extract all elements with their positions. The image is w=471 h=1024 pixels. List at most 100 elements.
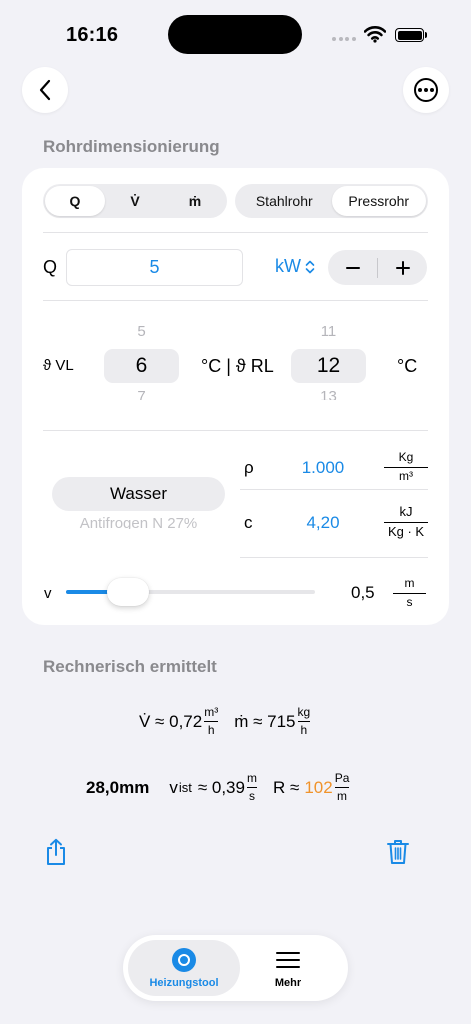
unit-picker[interactable]: kW xyxy=(275,256,315,277)
density-unit-den: m³ xyxy=(399,468,413,483)
minus-icon xyxy=(345,266,360,269)
decrement-button[interactable] xyxy=(328,250,377,285)
dynamic-island xyxy=(168,15,302,54)
velocity-unit-num: m xyxy=(404,576,415,590)
pressure-loss-unit-den: m xyxy=(337,789,348,804)
return-temp-prev-text: 11 xyxy=(320,326,337,338)
pressure-loss-unit-num: Pa xyxy=(334,771,350,785)
plus-icon xyxy=(395,260,410,275)
pressure-loss-label: R ≈ xyxy=(272,777,300,797)
more-options-button[interactable] xyxy=(403,67,449,113)
tab-mehr-label: Mehr xyxy=(274,977,302,989)
flow-type-option-vdot[interactable]: V̇ xyxy=(105,186,165,216)
flow-temp-label: ϑ VL xyxy=(43,357,74,374)
flow-temp-prev-text: 5 xyxy=(137,326,146,338)
back-button[interactable] xyxy=(22,67,68,113)
volume-flow-unit-den: h xyxy=(207,723,215,738)
density-label: ρ xyxy=(244,458,254,477)
actual-velocity-unit: m s xyxy=(246,771,257,804)
q-value-input[interactable]: 5 xyxy=(66,249,243,286)
mass-flow-unit: kg h xyxy=(297,705,311,738)
velocity-value: 0,5 xyxy=(351,583,375,602)
fluid-picker[interactable]: Wasser xyxy=(52,477,225,511)
share-icon xyxy=(47,838,65,865)
volume-flow-unit-num: m³ xyxy=(204,705,219,719)
heat-capacity-unit-num: kJ xyxy=(399,504,413,519)
actual-velocity-value: ≈ 0,39 xyxy=(197,777,245,797)
actual-velocity-subscript: ist xyxy=(178,780,192,796)
section-title-results: Rechnerisch ermittelt xyxy=(43,657,217,676)
delete-button[interactable] xyxy=(386,838,410,871)
pressure-loss-unit: Pa m xyxy=(334,771,350,804)
result-pipe: 28,0mm v ist ≈ 0,39 m s R ≈ 102 Pa m xyxy=(86,771,350,804)
result-flow-rates: V̇ ≈ 0,72 m³ h ṁ ≈ 715 kg h xyxy=(139,705,311,738)
circle-icon xyxy=(172,948,196,972)
battery-icon xyxy=(395,28,424,42)
density-unit-num: Kg xyxy=(398,450,414,464)
fluid-next-option-text: Antifrogen N 27% xyxy=(79,515,198,529)
flow-temp-next: 7 xyxy=(104,388,179,400)
mass-flow-unit-den: h xyxy=(300,723,308,738)
mass-flow-unit-num: kg xyxy=(297,705,311,719)
fluid-next-option: Antifrogen N 27% xyxy=(52,515,225,529)
q-stepper xyxy=(328,250,427,285)
chevron-up-down-icon xyxy=(305,260,315,273)
wifi-icon xyxy=(363,25,387,48)
fraction-bar xyxy=(384,521,428,523)
pipe-type-segmented-control: Stahlrohr Pressrohr xyxy=(235,184,428,218)
fraction-bar xyxy=(384,466,428,468)
divider xyxy=(43,232,428,233)
pipe-diameter-value: 28,0mm xyxy=(86,777,150,797)
return-temp-prev: 11 xyxy=(291,326,366,338)
share-button[interactable] xyxy=(44,838,68,871)
pipe-type-option-stahlrohr[interactable]: Stahlrohr xyxy=(237,186,332,216)
fraction-bar xyxy=(297,721,311,723)
divider xyxy=(43,430,428,431)
battery-tip xyxy=(425,32,427,38)
ellipsis-circle-icon xyxy=(414,78,438,102)
cellular-signal-icon xyxy=(332,37,356,41)
trash-icon xyxy=(387,840,409,864)
velocity-slider-thumb[interactable] xyxy=(107,578,150,606)
density-unit: Kg m³ xyxy=(384,450,428,484)
velocity-unit-den: s xyxy=(406,594,413,609)
temp-separator-label: °C | ϑ RL xyxy=(201,356,274,376)
tab-mehr[interactable]: Mehr xyxy=(240,948,336,989)
tab-heizungstool[interactable]: Heizungstool xyxy=(128,948,240,989)
volume-flow-value: V̇ ≈ 0,72 xyxy=(139,711,203,731)
flow-temp-prev: 5 xyxy=(104,326,179,338)
divider xyxy=(240,489,428,490)
velocity-unit: m s xyxy=(393,576,426,610)
divider xyxy=(43,300,428,301)
flow-temp-next-text: 7 xyxy=(137,388,146,400)
actual-velocity-unit-den: s xyxy=(248,789,255,804)
actual-velocity-unit-num: m xyxy=(246,771,257,785)
flow-type-segmented-control: Q V̇ ṁ xyxy=(43,184,227,218)
return-temp-picker[interactable]: 12 xyxy=(291,349,366,383)
flow-temp-picker[interactable]: 6 xyxy=(104,349,179,383)
flow-type-option-q[interactable]: Q xyxy=(45,186,105,216)
status-time: 16:16 xyxy=(66,24,119,46)
heat-capacity-unit: kJ Kg · K xyxy=(384,504,428,540)
heat-capacity-label: c xyxy=(244,513,253,532)
increment-button[interactable] xyxy=(378,250,427,285)
heat-capacity-value[interactable]: 4,20 xyxy=(283,513,363,533)
mass-flow-value: ṁ ≈ 715 xyxy=(234,711,296,731)
volume-flow-unit: m³ h xyxy=(204,705,219,738)
density-value[interactable]: 1.000 xyxy=(283,458,363,478)
menu-icon xyxy=(276,948,300,972)
pressure-loss-value: 102 xyxy=(304,777,333,797)
section-title-pipe-sizing: Rohrdimensionierung xyxy=(43,137,220,156)
heat-capacity-unit-den: Kg · K xyxy=(387,523,425,539)
unit-label: kW xyxy=(275,256,301,276)
chevron-left-icon xyxy=(39,79,51,101)
actual-velocity-label: v xyxy=(169,777,178,797)
flow-type-option-mdot[interactable]: ṁ xyxy=(165,186,225,216)
return-temp-next-text: 13 xyxy=(320,388,337,400)
velocity-label: v xyxy=(44,585,52,602)
pipe-type-option-pressrohr[interactable]: Pressrohr xyxy=(331,186,426,216)
divider xyxy=(240,557,428,558)
fraction-bar xyxy=(204,721,219,723)
return-temp-unit: °C xyxy=(397,356,418,376)
fraction-bar xyxy=(393,592,426,594)
